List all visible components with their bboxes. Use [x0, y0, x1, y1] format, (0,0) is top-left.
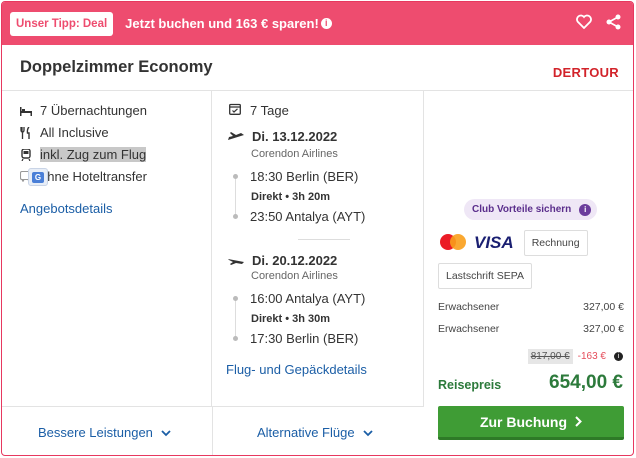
total-label: Reisepreis [438, 378, 502, 392]
pricing-column: Club Vorteile sichern i VISA Rechnung La… [424, 91, 633, 455]
timeline-dot [233, 174, 238, 179]
room-title: Doppelzimmer Economy [20, 58, 213, 76]
traveller-price-row: Erwachsener 327,00 € [438, 323, 624, 335]
traveller-label: Erwachsener [438, 323, 500, 335]
outbound-departure: 18:30 Berlin (BER) [233, 169, 358, 184]
flight-separator [298, 239, 350, 240]
feature-label: ohne Hoteltransfer [40, 169, 147, 184]
chevron-down-icon [362, 425, 373, 440]
info-icon[interactable]: i [579, 203, 592, 216]
operator-logo: DERTOUR [552, 65, 619, 80]
chevron-down-icon [161, 425, 171, 440]
better-services-toggle[interactable]: Bessere Leistungen [38, 425, 171, 440]
traveller-price-row: Erwachsener 327,00 € [438, 301, 624, 313]
better-services-label: Bessere Leistungen [38, 425, 153, 440]
inbound-arr-label: 17:30 Berlin (BER) [250, 331, 359, 346]
cutlery-icon [20, 126, 32, 139]
duration-label: 7 Tage [250, 103, 289, 118]
deal-badge: Unser Tipp: Deal [10, 11, 114, 36]
deal-text: Jetzt buchen und 163 € sparen! i [125, 16, 332, 31]
flight-luggage-details-link[interactable]: Flug- und Gepäckdetails [226, 362, 367, 377]
column-divider [212, 407, 213, 455]
heart-icon[interactable] [576, 14, 592, 30]
club-label: Club Vorteile sichern [472, 204, 572, 215]
inbound-dep-label: 16:00 Antalya (AYT) [250, 291, 366, 306]
plane-arrival-icon [228, 253, 244, 268]
info-icon[interactable]: i [614, 352, 623, 361]
deal-banner: Unser Tipp: Deal Jetzt buchen und 163 € … [2, 2, 633, 45]
feature-label: inkl. Zug zum Flug [40, 147, 147, 162]
alternative-flights-label: Alternative Flüge [257, 425, 355, 440]
offer-header: Doppelzimmer Economy DERTOUR [2, 45, 633, 91]
saving-amount: -163 € [577, 351, 606, 362]
offer-card: Unser Tipp: Deal Jetzt buchen und 163 € … [1, 1, 634, 456]
outbound-dep-label: 18:30 Berlin (BER) [250, 169, 359, 184]
old-price: 817,00 € [527, 349, 573, 364]
bed-icon [20, 105, 32, 117]
feature-label: 7 Übernachtungen [40, 103, 147, 118]
timeline-dot [233, 214, 238, 219]
traveller-price: 327,00 € [583, 323, 624, 335]
outbound-header: Di. 13.12.2022 [228, 129, 337, 144]
traveller-label: Erwachsener [438, 301, 500, 313]
bottom-actions: Bessere Leistungen Alternative Flüge [2, 406, 424, 455]
sepa-payment: Lastschrift SEPA [438, 263, 533, 289]
outbound-date: Di. 13.12.2022 [252, 129, 338, 144]
book-button[interactable]: Zur Buchung [438, 406, 624, 440]
discount-row: 817,00 € -163 € i [527, 349, 623, 364]
invoice-payment: Rechnung [523, 230, 588, 256]
total-price: 654,00 € [549, 372, 623, 393]
mastercard-icon [438, 233, 468, 254]
feature-train: inkl. Zug zum Flug [20, 147, 147, 162]
outbound-direct: Direkt • 3h 20m [251, 191, 331, 203]
chevron-right-icon [575, 414, 582, 430]
info-icon[interactable]: i [320, 18, 332, 29]
deal-text-label: Jetzt buchen und 163 € sparen! [125, 16, 319, 31]
outbound-arrival: 23:50 Antalya (AYT) [233, 209, 365, 224]
inbound-header: Di. 20.12.2022 [228, 253, 337, 268]
club-benefits-badge[interactable]: Club Vorteile sichern i [464, 199, 598, 220]
share-icon[interactable] [606, 14, 621, 30]
outbound-airline: Corendon Airlines [251, 148, 338, 160]
inbound-departure: 16:00 Antalya (AYT) [233, 291, 365, 306]
inbound-date: Di. 20.12.2022 [252, 253, 338, 268]
book-label: Zur Buchung [479, 413, 568, 430]
feature-label: All Inclusive [40, 125, 109, 140]
train-icon [20, 148, 32, 161]
visa-logo: VISA [474, 233, 514, 252]
timeline-dot [233, 296, 238, 301]
banner-actions [576, 14, 621, 30]
feature-nights: 7 Übernachtungen [20, 103, 147, 118]
plane-departure-icon [228, 129, 244, 144]
outbound-arr-label: 23:50 Antalya (AYT) [250, 209, 366, 224]
traveller-price: 327,00 € [583, 301, 624, 313]
inbound-arrival: 17:30 Berlin (BER) [233, 331, 358, 346]
offer-details-link[interactable]: Angebotsdetails [20, 201, 113, 216]
calendar-icon [229, 103, 241, 118]
inbound-direct: Direkt • 3h 30m [251, 313, 331, 325]
feature-board: All Inclusive [20, 125, 109, 140]
flights-column: 7 Tage Di. 13.12.2022 Corendon Airlines … [212, 91, 424, 406]
features-column: 7 Übernachtungen All Inclusive inkl. Zug… [2, 91, 212, 406]
payment-methods: VISA Rechnung [438, 230, 588, 256]
trip-duration: 7 Tage [229, 103, 289, 118]
translate-icon[interactable]: G [28, 168, 48, 186]
alternative-flights-toggle[interactable]: Alternative Flüge [257, 425, 373, 440]
inbound-airline: Corendon Airlines [251, 270, 338, 282]
timeline-dot [233, 336, 238, 341]
